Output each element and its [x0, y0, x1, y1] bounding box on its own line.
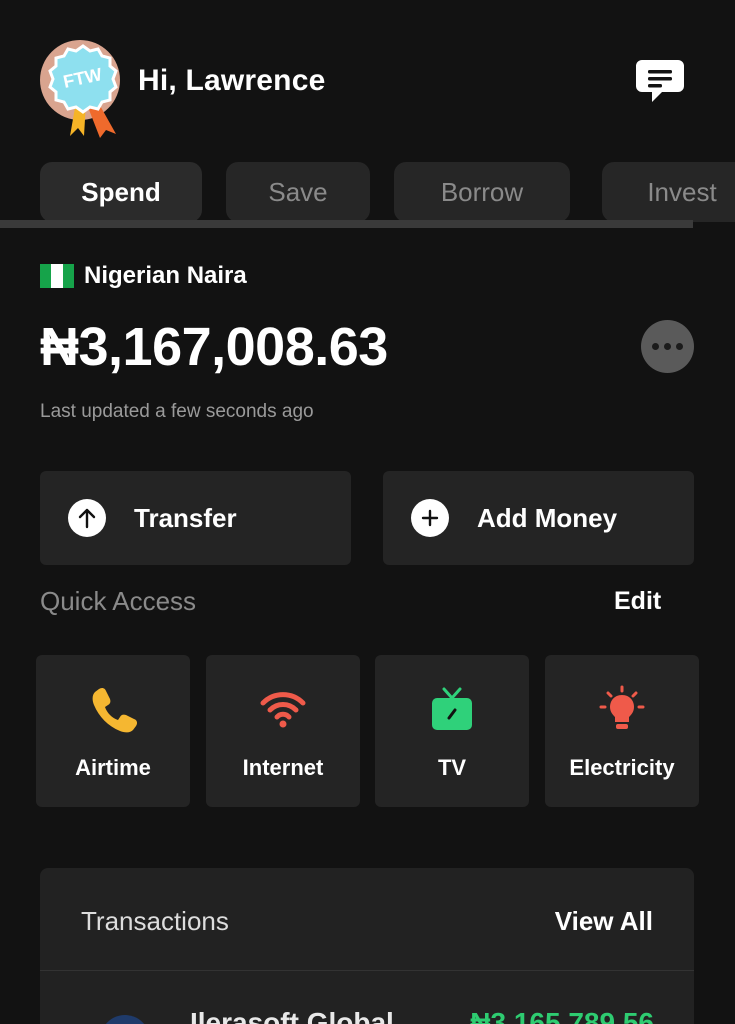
balance-amount: ₦3,167,008.63 — [40, 317, 388, 377]
quick-access-airtime[interactable]: Airtime — [36, 655, 190, 807]
currency-selector[interactable]: Nigerian Naira — [40, 262, 247, 290]
transfer-label: Transfer — [134, 502, 237, 533]
quick-access-internet[interactable]: Internet — [206, 655, 360, 807]
plus-icon — [411, 499, 449, 537]
home-screen: FTW Hi, Lawrence Spend Save Borrow Inves… — [0, 0, 735, 1024]
quick-access-electricity[interactable]: Electricity — [545, 655, 699, 807]
tab-save[interactable]: Save — [226, 162, 370, 222]
tv-icon — [428, 685, 476, 733]
view-all-transactions-button[interactable]: View All — [555, 906, 653, 937]
dot-icon — [676, 343, 683, 350]
merchant-avatar — [100, 1015, 150, 1024]
dot-icon — [652, 343, 659, 350]
quick-access-tv[interactable]: TV — [375, 655, 529, 807]
last-updated-text: Last updated a few seconds ago — [40, 401, 314, 422]
nigeria-flag-icon — [40, 264, 74, 288]
ftw-badge-icon: FTW — [48, 44, 118, 138]
chat-icon[interactable] — [634, 56, 686, 106]
transaction-name: Ilerasoft Global — [190, 1007, 394, 1024]
greeting-text: Hi, Lawrence — [138, 64, 326, 97]
add-money-label: Add Money — [477, 502, 618, 533]
edit-quick-access-button[interactable]: Edit — [614, 587, 661, 616]
transactions-title: Transactions — [81, 906, 229, 936]
currency-name: Nigerian Naira — [84, 262, 247, 289]
phone-icon — [89, 685, 137, 733]
tile-label: Internet — [242, 755, 324, 780]
tile-label: TV — [437, 755, 467, 780]
tab-borrow[interactable]: Borrow — [394, 162, 570, 222]
wifi-icon — [259, 685, 307, 733]
account-tabs: Spend Save Borrow Invest — [0, 162, 735, 228]
dot-icon — [664, 343, 671, 350]
tile-label: Airtime — [75, 755, 151, 780]
transactions-card: Transactions View All Ilerasoft Global ₦… — [40, 868, 694, 1024]
quick-access-title: Quick Access — [40, 586, 197, 616]
transaction-row[interactable]: Ilerasoft Global ₦3,165,789.56 — [40, 971, 694, 1024]
tile-label: Electricity — [569, 755, 675, 780]
transfer-button[interactable]: Transfer — [40, 471, 351, 565]
arrow-up-icon — [68, 499, 106, 537]
tab-invest[interactable]: Invest — [602, 162, 735, 222]
avatar[interactable]: FTW — [40, 40, 120, 138]
transaction-amount: ₦3,165,789.56 — [470, 1007, 654, 1024]
tabs-scrollbar — [0, 220, 693, 228]
tab-spend[interactable]: Spend — [40, 162, 202, 222]
add-money-button[interactable]: Add Money — [383, 471, 694, 565]
lightbulb-icon — [598, 685, 646, 733]
more-options-button[interactable] — [641, 320, 694, 373]
